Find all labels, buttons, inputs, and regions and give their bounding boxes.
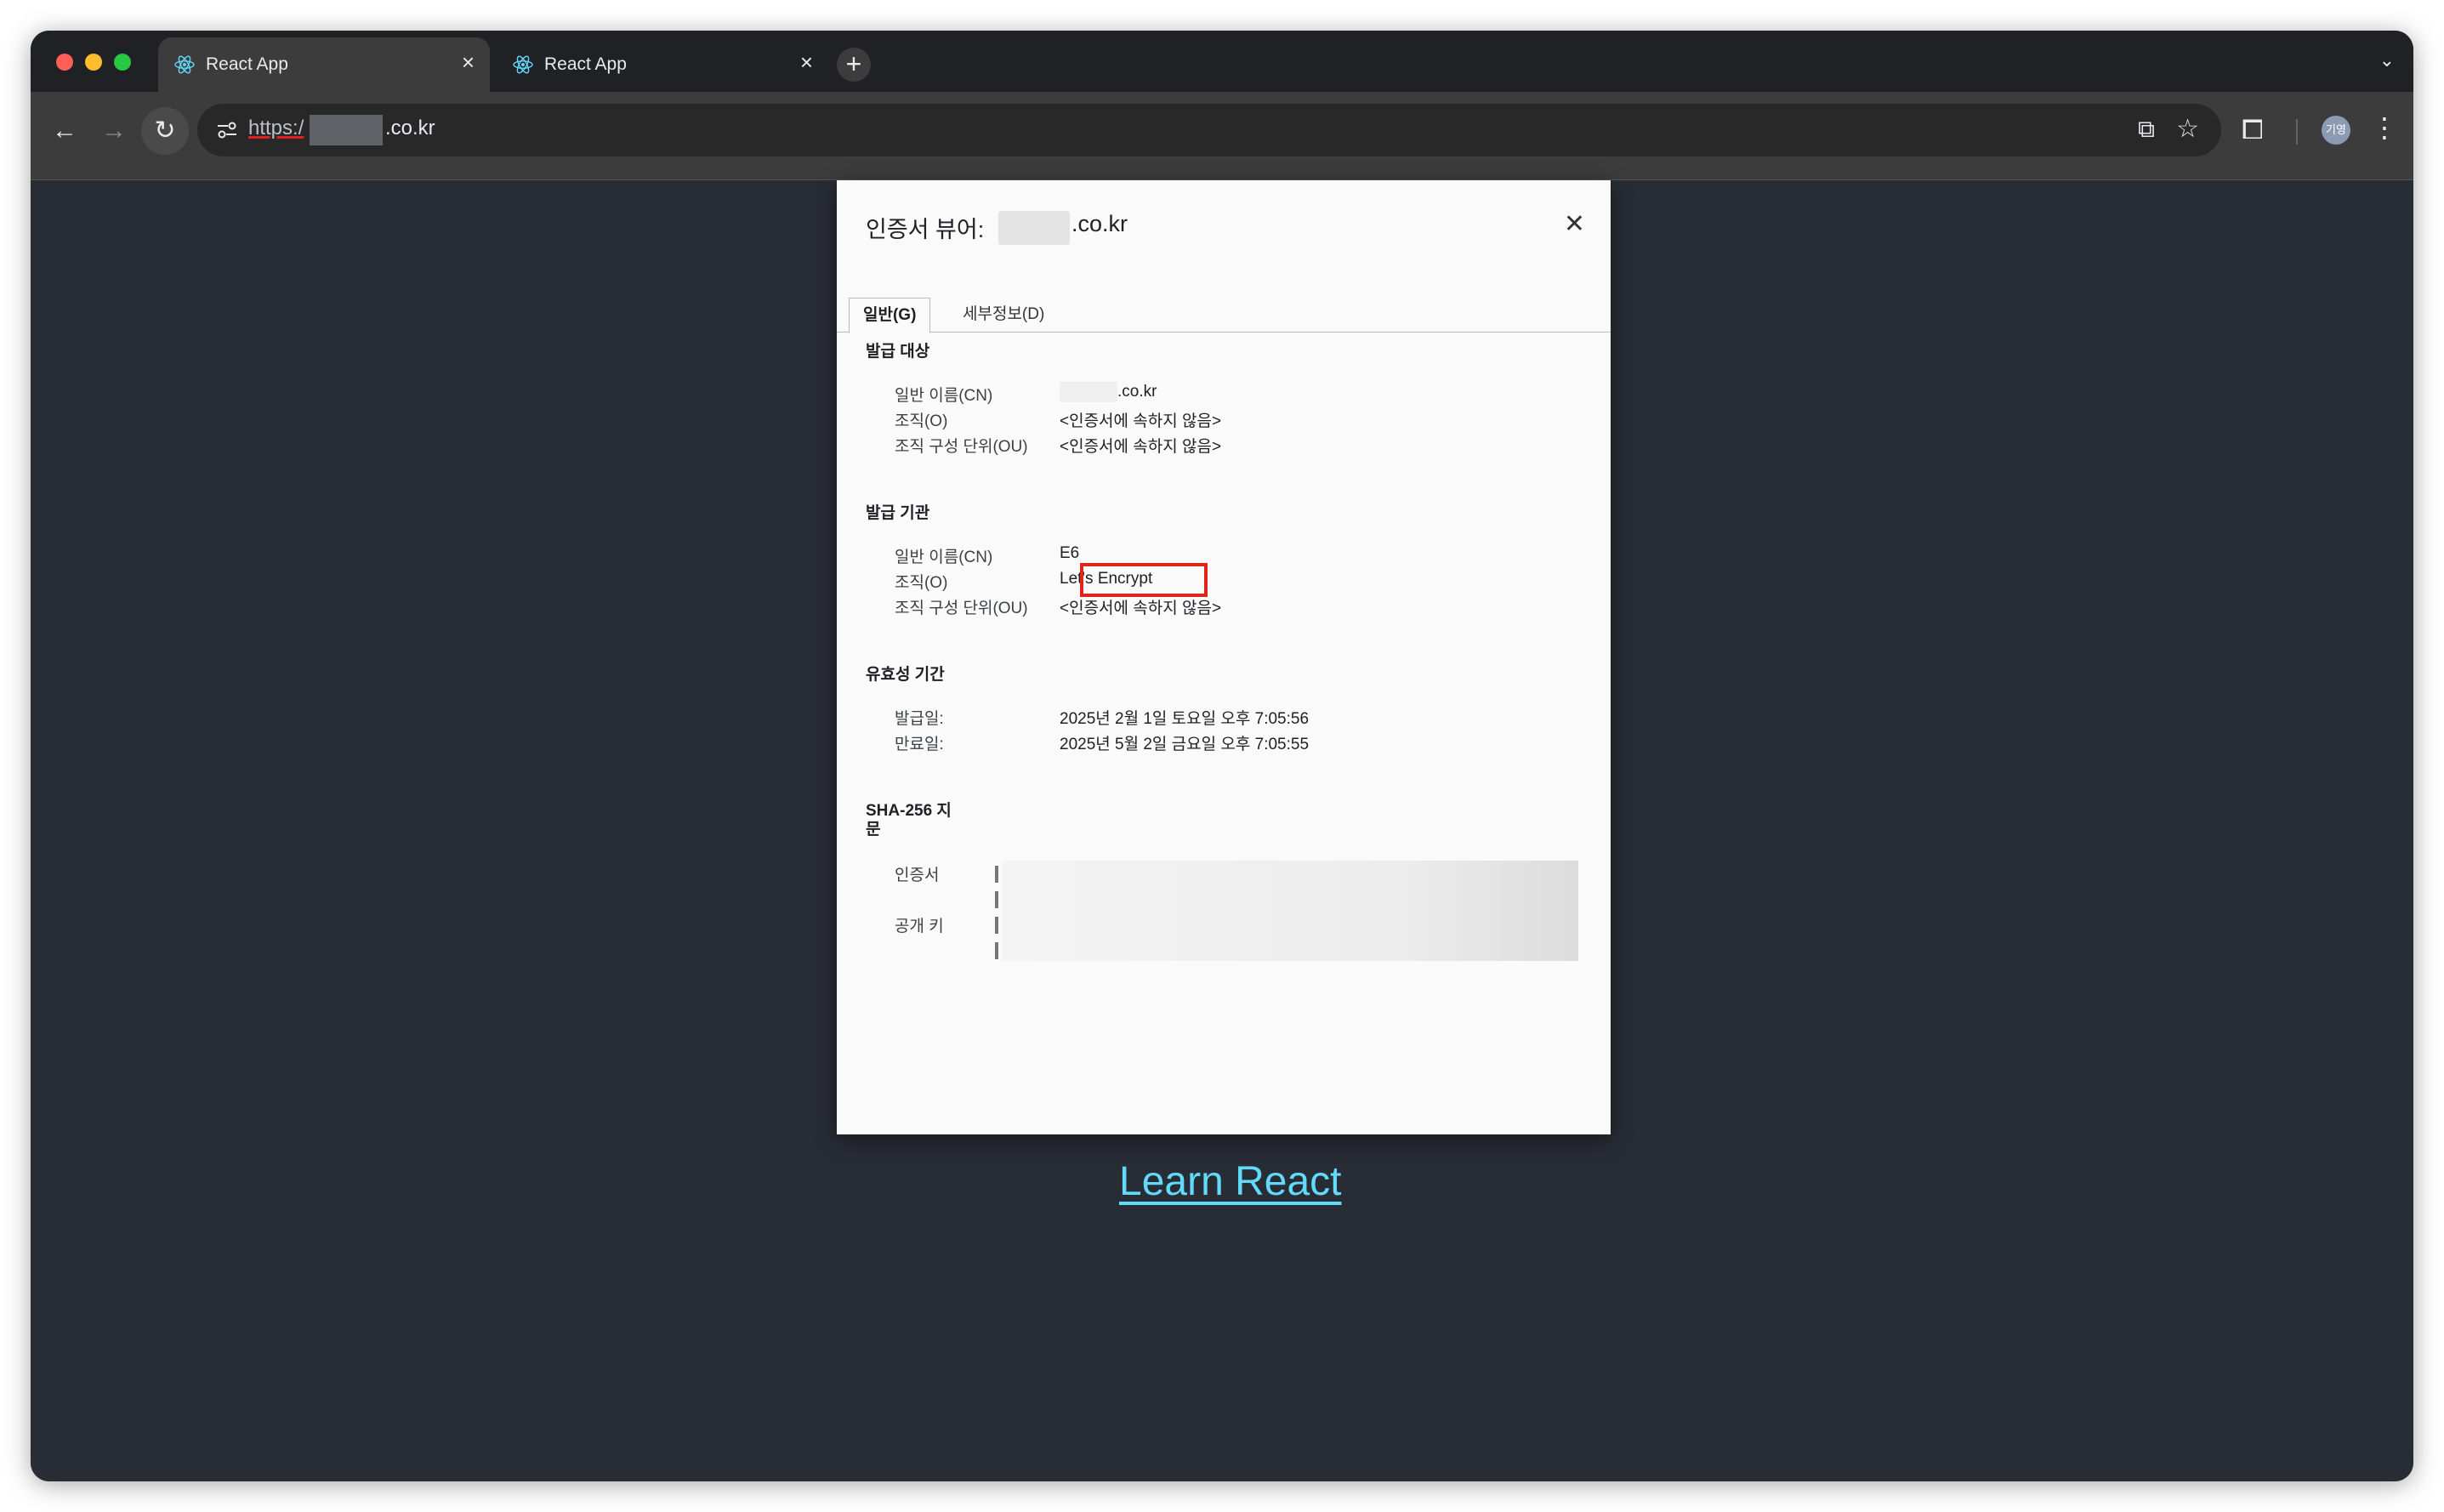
dialog-title-domain: .co.kr — [1071, 211, 1128, 236]
address-bar[interactable]: https:/ .co.kr ⧉ ☆ — [197, 104, 2221, 156]
chevron-down-icon[interactable]: ⌄ — [2379, 49, 2395, 71]
dialog-tabs: 일반(G) 세부정보(D) — [837, 296, 1611, 333]
redacted-block — [310, 115, 383, 145]
field-value: <인증서에 속하지 않음> — [1060, 600, 1222, 617]
redacted-fingerprint-block — [1002, 861, 1578, 961]
toolbar-divider — [2296, 119, 2298, 145]
field-label: 인증서 — [895, 867, 940, 884]
section-heading-fingerprints-wrap: 문 — [866, 821, 881, 838]
close-icon[interactable]: ✕ — [1564, 209, 1585, 239]
field-label: 만료일: — [895, 736, 944, 753]
field-value: .co.kr — [1117, 383, 1157, 401]
field-label: 발급일: — [895, 710, 944, 728]
learn-react-link[interactable]: Learn React — [1119, 1158, 1342, 1205]
url-domain: .co.kr — [385, 117, 435, 139]
page-content: 인증서 뷰어: .co.kr ✕ 일반(G) 세부정보(D) 발급 대상 일반 … — [31, 180, 2413, 1481]
fingerprint-text-edge — [995, 891, 998, 908]
tab-title: React App — [544, 54, 627, 74]
profile-avatar[interactable]: 기영 — [2322, 116, 2350, 145]
tab-strip: React App × React App × + ⌄ — [31, 31, 2413, 92]
zoom-window-button[interactable] — [114, 54, 131, 71]
redacted-block — [1060, 382, 1117, 402]
close-icon[interactable]: × — [462, 49, 475, 76]
bookmark-star-icon[interactable]: ☆ — [2176, 114, 2199, 144]
close-window-button[interactable] — [56, 54, 73, 71]
tab-react-app-2[interactable]: React App × — [497, 37, 828, 92]
new-tab-button[interactable]: + — [837, 48, 871, 82]
forward-button[interactable]: → — [90, 107, 138, 155]
back-button[interactable]: ← — [41, 107, 88, 155]
tab-general[interactable]: 일반(G) — [849, 298, 931, 333]
redacted-block — [998, 211, 1070, 245]
minimize-window-button[interactable] — [85, 54, 102, 71]
section-heading-validity: 유효성 기간 — [866, 666, 945, 684]
field-label: 일반 이름(CN) — [895, 387, 993, 405]
tab-title: React App — [206, 54, 288, 74]
fingerprint-text-edge — [995, 942, 998, 959]
field-label: 공개 키 — [895, 918, 944, 935]
highlight-annotation — [1080, 563, 1208, 597]
field-label: 일반 이름(CN) — [895, 549, 993, 566]
more-menu-icon[interactable]: ⋮ — [2371, 114, 2398, 141]
fingerprint-text-edge — [995, 866, 998, 883]
fingerprint-text-edge — [995, 917, 998, 934]
browser-window: React App × React App × + ⌄ ← → ↻ https:… — [31, 31, 2413, 1481]
section-heading-issued-to: 발급 대상 — [866, 343, 930, 361]
field-value: 2025년 2월 1일 토요일 오후 7:05:56 — [1060, 710, 1310, 728]
close-icon[interactable]: × — [800, 49, 813, 76]
url-scheme: https:/ — [248, 117, 304, 139]
dialog-title: 인증서 뷰어: — [866, 217, 985, 242]
field-label: 조직(O) — [895, 574, 948, 592]
field-value: 2025년 5월 2일 금요일 오후 7:05:55 — [1060, 736, 1310, 753]
reload-button[interactable]: ↻ — [141, 107, 189, 155]
field-label: 조직 구성 단위(OU) — [895, 438, 1028, 456]
field-value: <인증서에 속하지 않음> — [1060, 438, 1222, 456]
tab-react-app-1[interactable]: React App × — [158, 37, 490, 92]
field-value: <인증서에 속하지 않음> — [1060, 412, 1222, 430]
tab-details[interactable]: 세부정보(D) — [949, 298, 1058, 332]
field-label: 조직(O) — [895, 412, 948, 430]
certificate-viewer-dialog: 인증서 뷰어: .co.kr ✕ 일반(G) 세부정보(D) 발급 대상 일반 … — [837, 180, 1611, 1134]
toolbar: ← → ↻ https:/ .co.kr ⧉ ☆ ⧠ 기영 ⋮ — [31, 92, 2413, 180]
react-logo-icon — [174, 55, 195, 74]
field-value: E6 — [1060, 544, 1080, 562]
extensions-icon[interactable]: ⧠ — [2242, 114, 2264, 146]
section-heading-issued-by: 발급 기관 — [866, 504, 930, 522]
site-info-icon[interactable] — [214, 117, 240, 143]
field-label: 조직 구성 단위(OU) — [895, 600, 1028, 617]
install-app-icon[interactable]: ⧉ — [2138, 116, 2155, 144]
react-logo-icon — [513, 55, 533, 74]
